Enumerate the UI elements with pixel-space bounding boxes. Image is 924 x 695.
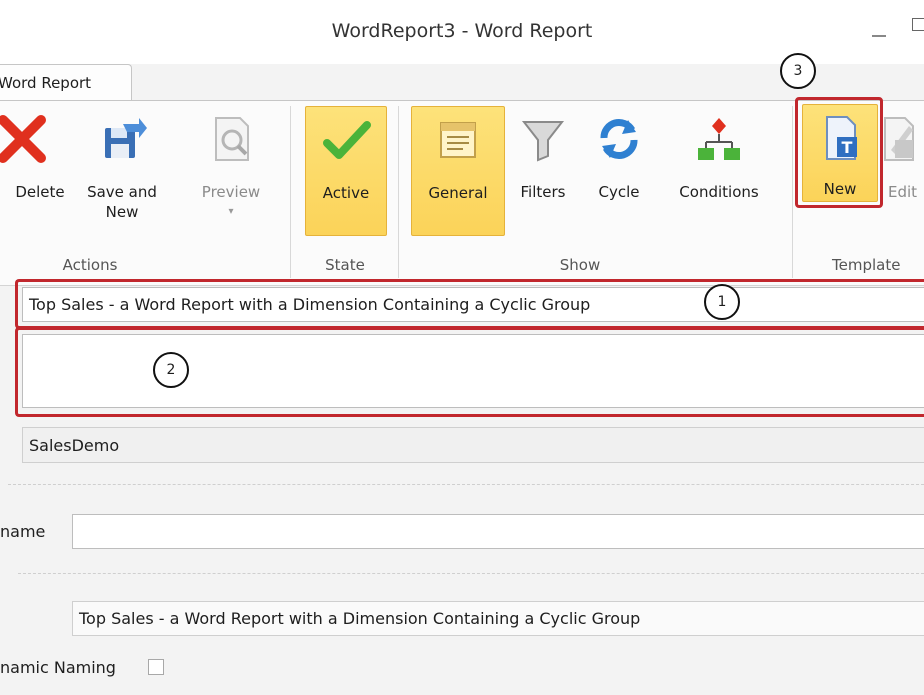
tab-word-report[interactable]: Word Report — [0, 64, 132, 102]
delete-button[interactable]: Delete — [0, 106, 80, 236]
group-divider — [290, 106, 291, 278]
checkmark-icon — [323, 121, 371, 159]
callout-highlight-name — [15, 279, 924, 329]
filter-icon — [521, 121, 565, 162]
divider — [18, 573, 924, 574]
maximize-icon[interactable] — [912, 18, 924, 31]
edit-template-icon — [884, 117, 914, 161]
preview-button[interactable]: Preview ▾ — [194, 106, 268, 236]
general-icon — [440, 122, 476, 158]
callout-highlight-new — [795, 97, 883, 208]
cycle-icon — [600, 118, 638, 160]
group-label-state: State — [325, 256, 365, 274]
cycle-button[interactable]: Cycle — [584, 106, 654, 236]
group-label-template: Template — [832, 256, 901, 274]
conditions-icon — [698, 118, 740, 160]
callout-2: 2 — [153, 352, 189, 388]
callout-1: 1 — [704, 284, 740, 320]
preview-icon — [215, 117, 249, 161]
conditions-button[interactable]: Conditions — [664, 106, 774, 236]
general-button[interactable]: General — [411, 106, 505, 236]
group-label-actions: Actions — [62, 256, 118, 274]
group-label-show: Show — [559, 256, 601, 274]
dynamic-naming-checkbox[interactable] — [148, 659, 164, 675]
database-field: SalesDemo — [22, 427, 924, 463]
window-title: WordReport3 - Word Report — [331, 20, 593, 42]
name-label: name — [0, 522, 46, 541]
delete-icon — [0, 115, 46, 163]
group-divider — [792, 106, 793, 278]
save-and-new-icon — [105, 118, 147, 158]
dynamic-naming-label: namic Naming — [0, 658, 116, 677]
divider — [8, 484, 924, 485]
minimize-icon[interactable] — [872, 35, 886, 37]
group-divider — [398, 106, 399, 278]
active-button[interactable]: Active — [305, 106, 387, 236]
name-input[interactable] — [72, 514, 924, 549]
callout-highlight-description — [15, 327, 924, 417]
caption-field: Top Sales - a Word Report with a Dimensi… — [72, 601, 924, 636]
save-and-new-button[interactable]: Save and New — [84, 106, 160, 236]
preview-dropdown-icon[interactable]: ▾ — [194, 202, 268, 222]
filters-button[interactable]: Filters — [510, 106, 576, 236]
callout-3: 3 — [780, 53, 816, 89]
edit-template-button[interactable]: Edit — [880, 106, 924, 236]
